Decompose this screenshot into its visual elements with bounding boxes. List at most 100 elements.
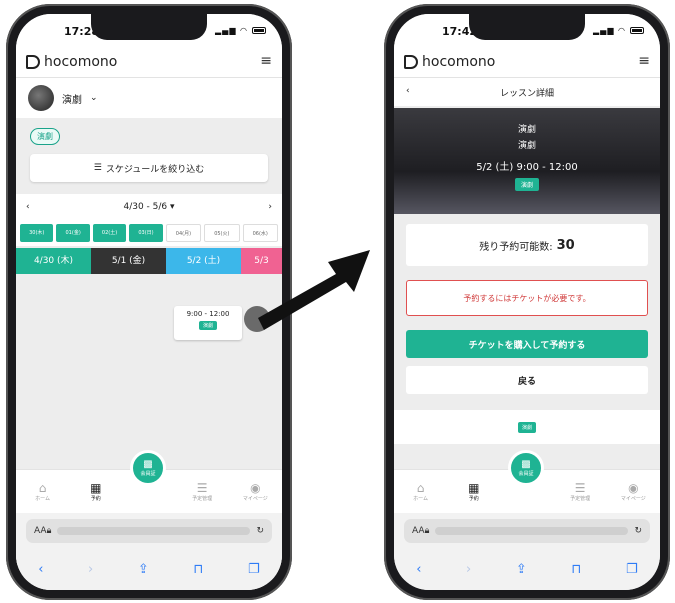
logo-text: hocomono <box>44 54 118 70</box>
flow-arrow-icon <box>258 250 370 330</box>
phone-schedule: 17:28 ▂▄▆ ◠ hocomono ≡ 演劇 ⌄ 演劇 ☰ スケジュールを… <box>6 4 292 600</box>
next-week-icon[interactable]: › <box>268 202 272 212</box>
back-icon[interactable]: ‹ <box>416 562 421 577</box>
qr-icon: ▩ <box>521 459 531 470</box>
user-selector[interactable]: 演劇 ⌄ <box>16 78 282 118</box>
back-chevron-icon[interactable]: ‹ <box>406 86 410 96</box>
nav-home[interactable]: ⌂ ホーム <box>23 481 63 502</box>
battery-icon <box>630 27 644 34</box>
back-icon[interactable]: ‹ <box>38 562 43 577</box>
lesson-tag: 演劇 <box>517 421 536 433</box>
buy-ticket-button[interactable]: チケットを購入して予約する <box>406 330 648 358</box>
date-range-select[interactable]: 4/30 - 5/6 ▾ <box>123 202 174 212</box>
hero-datetime: 5/2 (土) 9:00 - 12:00 <box>476 162 578 173</box>
user-name: 演劇 <box>62 94 82 106</box>
lesson-hero-image: 演劇 演劇 5/2 (土) 9:00 - 12:00 演劇 <box>394 108 660 214</box>
url-field[interactable]: AA 🔒︎ ↻ <box>26 519 272 543</box>
day-chip[interactable]: 03(日) <box>129 224 163 242</box>
nav-reserve[interactable]: ▦ 予約 <box>76 481 116 502</box>
hamburger-menu-icon[interactable]: ≡ <box>260 53 272 69</box>
app-header: hocomono ≡ <box>394 48 660 78</box>
ticket-warning: 予約するにはチケットが必要です。 <box>406 280 648 316</box>
page-header: ‹ レッスン詳細 <box>394 78 660 106</box>
nav-label: 予定管理 <box>192 496 213 502</box>
tabs-icon[interactable]: ❐ <box>626 562 638 577</box>
chevron-down-icon: ⌄ <box>90 93 98 103</box>
share-icon[interactable]: ⇪ <box>138 562 149 577</box>
slot-tag: 演劇 <box>198 321 217 330</box>
day-chip[interactable]: 30(木) <box>20 224 54 242</box>
day-chip[interactable]: 02(土) <box>92 224 127 242</box>
forward-icon[interactable]: › <box>88 562 93 577</box>
day-columns-header: 4/30 (木) 5/1 (金) 5/2 (土) 5/3 <box>16 248 282 274</box>
signal-icon: ▂▄▆ ◠ <box>215 26 248 35</box>
page-title: レッスン詳細 <box>499 88 554 99</box>
home-icon: ⌂ <box>38 481 47 495</box>
list-icon: ☰ <box>196 481 208 495</box>
back-button[interactable]: 戻る <box>406 366 648 394</box>
remaining-slots-card: 残り予約可能数: 30 <box>406 224 648 266</box>
nav-label: 予約 <box>468 496 479 502</box>
browser-toolbar: ‹ › ⇪ ⊓ ❐ <box>16 549 282 590</box>
screen: 17:42 ▂▄▆ ◠ hocomono ≡ ‹ レッスン詳細 演劇 演劇 5/… <box>394 14 660 590</box>
calendar-icon: ▦ <box>468 481 480 495</box>
brand-logo[interactable]: hocomono <box>26 54 117 70</box>
text-size-button[interactable]: AA <box>412 526 425 536</box>
filter-icon: ☰ <box>93 163 102 173</box>
battery-icon <box>252 27 266 34</box>
browser-address-bar: AA 🔒︎ ↻ <box>16 513 282 549</box>
nav-manage[interactable]: ☰ 予定管理 <box>560 481 600 502</box>
forward-icon[interactable]: › <box>466 562 471 577</box>
nav-mypage[interactable]: ◉ マイページ <box>613 481 653 502</box>
member-label: 会員証 <box>140 471 156 477</box>
day-chip[interactable]: 05(火) <box>204 224 240 242</box>
lock-icon: 🔒︎ <box>46 526 52 536</box>
hero-subtitle: 演劇 <box>517 141 536 151</box>
lesson-slot[interactable]: 9:00 - 12:00 演劇 <box>174 306 242 340</box>
remaining-value: 30 <box>556 237 575 253</box>
nav-label: ホーム <box>35 496 51 502</box>
nav-label: ホーム <box>413 496 429 502</box>
bookmarks-icon[interactable]: ⊓ <box>193 562 203 577</box>
notch <box>469 14 585 40</box>
tabs-icon[interactable]: ❐ <box>248 562 260 577</box>
reload-icon[interactable]: ↻ <box>634 526 642 536</box>
nav-home[interactable]: ⌂ ホーム <box>401 481 441 502</box>
reload-icon[interactable]: ↻ <box>256 526 264 536</box>
day-chip[interactable]: 01(金) <box>56 224 90 242</box>
slot-time: 9:00 - 12:00 <box>186 310 230 318</box>
url-field[interactable]: AA 🔒︎ ↻ <box>404 519 650 543</box>
column-header: 5/1 (金) <box>91 248 166 274</box>
filter-label: スケジュールを絞り込む <box>105 164 205 175</box>
nav-mypage[interactable]: ◉ マイページ <box>235 481 275 502</box>
home-icon: ⌂ <box>416 481 425 495</box>
browser-address-bar: AA 🔒︎ ↻ <box>394 513 660 549</box>
calendar-icon: ▦ <box>90 481 102 495</box>
bookmarks-icon[interactable]: ⊓ <box>571 562 581 577</box>
share-icon[interactable]: ⇪ <box>516 562 527 577</box>
person-icon: ◉ <box>628 481 639 495</box>
member-card-button[interactable]: ▩ 会員証 <box>130 450 166 486</box>
day-chip[interactable]: 04(月) <box>165 224 202 242</box>
column-header: 4/30 (木) <box>16 248 91 274</box>
category-tag[interactable]: 演劇 <box>30 128 60 145</box>
url-text <box>435 527 629 535</box>
prev-week-icon[interactable]: ‹ <box>26 202 30 212</box>
hamburger-menu-icon[interactable]: ≡ <box>638 53 650 69</box>
text-size-button[interactable]: AA <box>34 526 47 536</box>
logo-text: hocomono <box>422 54 496 70</box>
day-selector: 30(木) 01(金) 02(土) 03(日) 04(月) 05(火) 06(水… <box>16 220 282 246</box>
avatar <box>28 85 54 111</box>
nav-reserve[interactable]: ▦ 予約 <box>454 481 494 502</box>
brand-logo[interactable]: hocomono <box>404 54 495 70</box>
lock-icon: 🔒︎ <box>424 526 430 536</box>
column-header: 5/2 (土) <box>166 248 241 274</box>
hero-title: 演劇 <box>517 125 536 135</box>
member-card-button[interactable]: ▩ 会員証 <box>508 450 544 486</box>
nav-label: マイページ <box>242 496 268 502</box>
nav-manage[interactable]: ☰ 予定管理 <box>182 481 222 502</box>
filter-schedule-button[interactable]: ☰ スケジュールを絞り込む <box>30 154 268 182</box>
app-header: hocomono ≡ <box>16 48 282 78</box>
notch <box>91 14 207 40</box>
hero-tag: 演劇 <box>515 178 540 191</box>
